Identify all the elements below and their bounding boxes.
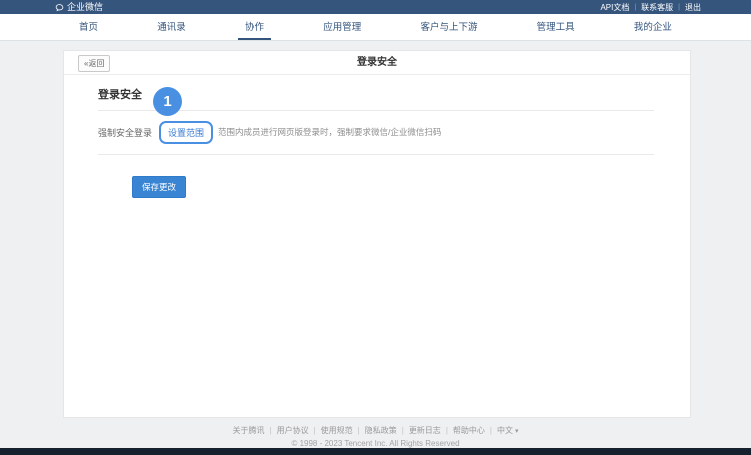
panel-header: «返回 登录安全 [64,51,690,75]
caret-down-icon: ▾ [515,427,519,435]
separator: | [270,426,272,435]
setting-row-force-secure-login: 强制安全登录 设置范围 范围内成员进行网页版登录时，强制要求微信/企业微信扫码 [98,119,654,145]
nav-item-customers-upstream-downstream[interactable]: 客户与上下游 [413,14,484,40]
brand-label: 企业微信 [67,0,103,14]
wecom-logo-icon [55,3,64,12]
separator: | [678,4,680,11]
footer-links: 关于腾讯 | 用户协议 | 使用规范 | 隐私政策 | 更新日志 | 帮助中心 … [0,425,751,436]
topbar: 企业微信 API文档 | 联系客服 | 退出 [0,0,751,14]
topbar-link-contact-support[interactable]: 联系客服 [641,2,673,13]
nav-item-home[interactable]: 首页 [72,14,105,40]
nav-item-collaboration[interactable]: 协作 [238,14,271,40]
topbar-link-logout[interactable]: 退出 [685,2,701,13]
separator: | [402,426,404,435]
footer-link-usage-rules[interactable]: 使用规范 [321,425,353,436]
panel-title: 登录安全 [64,51,690,74]
separator: | [358,426,360,435]
footer-link-user-agreement[interactable]: 用户协议 [277,425,309,436]
page-footer: 关于腾讯 | 用户协议 | 使用规范 | 隐私政策 | 更新日志 | 帮助中心 … [0,425,751,448]
language-label: 中文 [497,425,513,436]
save-button[interactable]: 保存更改 [132,176,186,198]
bottom-edge-bar [0,448,751,455]
separator: | [314,426,316,435]
topbar-links: API文档 | 联系客服 | 退出 [600,2,701,13]
footer-link-privacy-policy[interactable]: 隐私政策 [365,425,397,436]
setting-label: 强制安全登录 [98,126,152,139]
annotation-badge-1: 1 [153,87,182,116]
footer-link-about-tencent[interactable]: 关于腾讯 [233,425,265,436]
footer-link-changelog[interactable]: 更新日志 [409,425,441,436]
setting-description: 范围内成员进行网页版登录时，强制要求微信/企业微信扫码 [218,126,441,138]
separator: | [634,4,636,11]
divider [98,154,654,155]
nav-item-app-management[interactable]: 应用管理 [316,14,368,40]
set-scope-link[interactable]: 设置范围 [159,121,213,144]
wecom-admin-page: 企业微信 API文档 | 联系客服 | 退出 首页 通讯录 协作 应用管理 客户… [0,0,751,455]
nav-item-admin-tools[interactable]: 管理工具 [530,14,582,40]
divider [98,110,654,111]
separator: | [490,426,492,435]
nav-item-my-enterprise[interactable]: 我的企业 [627,14,679,40]
language-selector[interactable]: 中文 ▾ [497,425,519,436]
nav-item-contacts[interactable]: 通讯录 [150,14,193,40]
main-nav: 首页 通讯录 协作 应用管理 客户与上下游 管理工具 我的企业 [0,14,751,41]
footer-link-help-center[interactable]: 帮助中心 [453,425,485,436]
separator: | [446,426,448,435]
topbar-link-api-docs[interactable]: API文档 [600,2,629,13]
wecom-brand[interactable]: 企业微信 [55,0,103,14]
copyright-text: © 1998 - 2023 Tencent Inc. All Rights Re… [0,439,751,448]
